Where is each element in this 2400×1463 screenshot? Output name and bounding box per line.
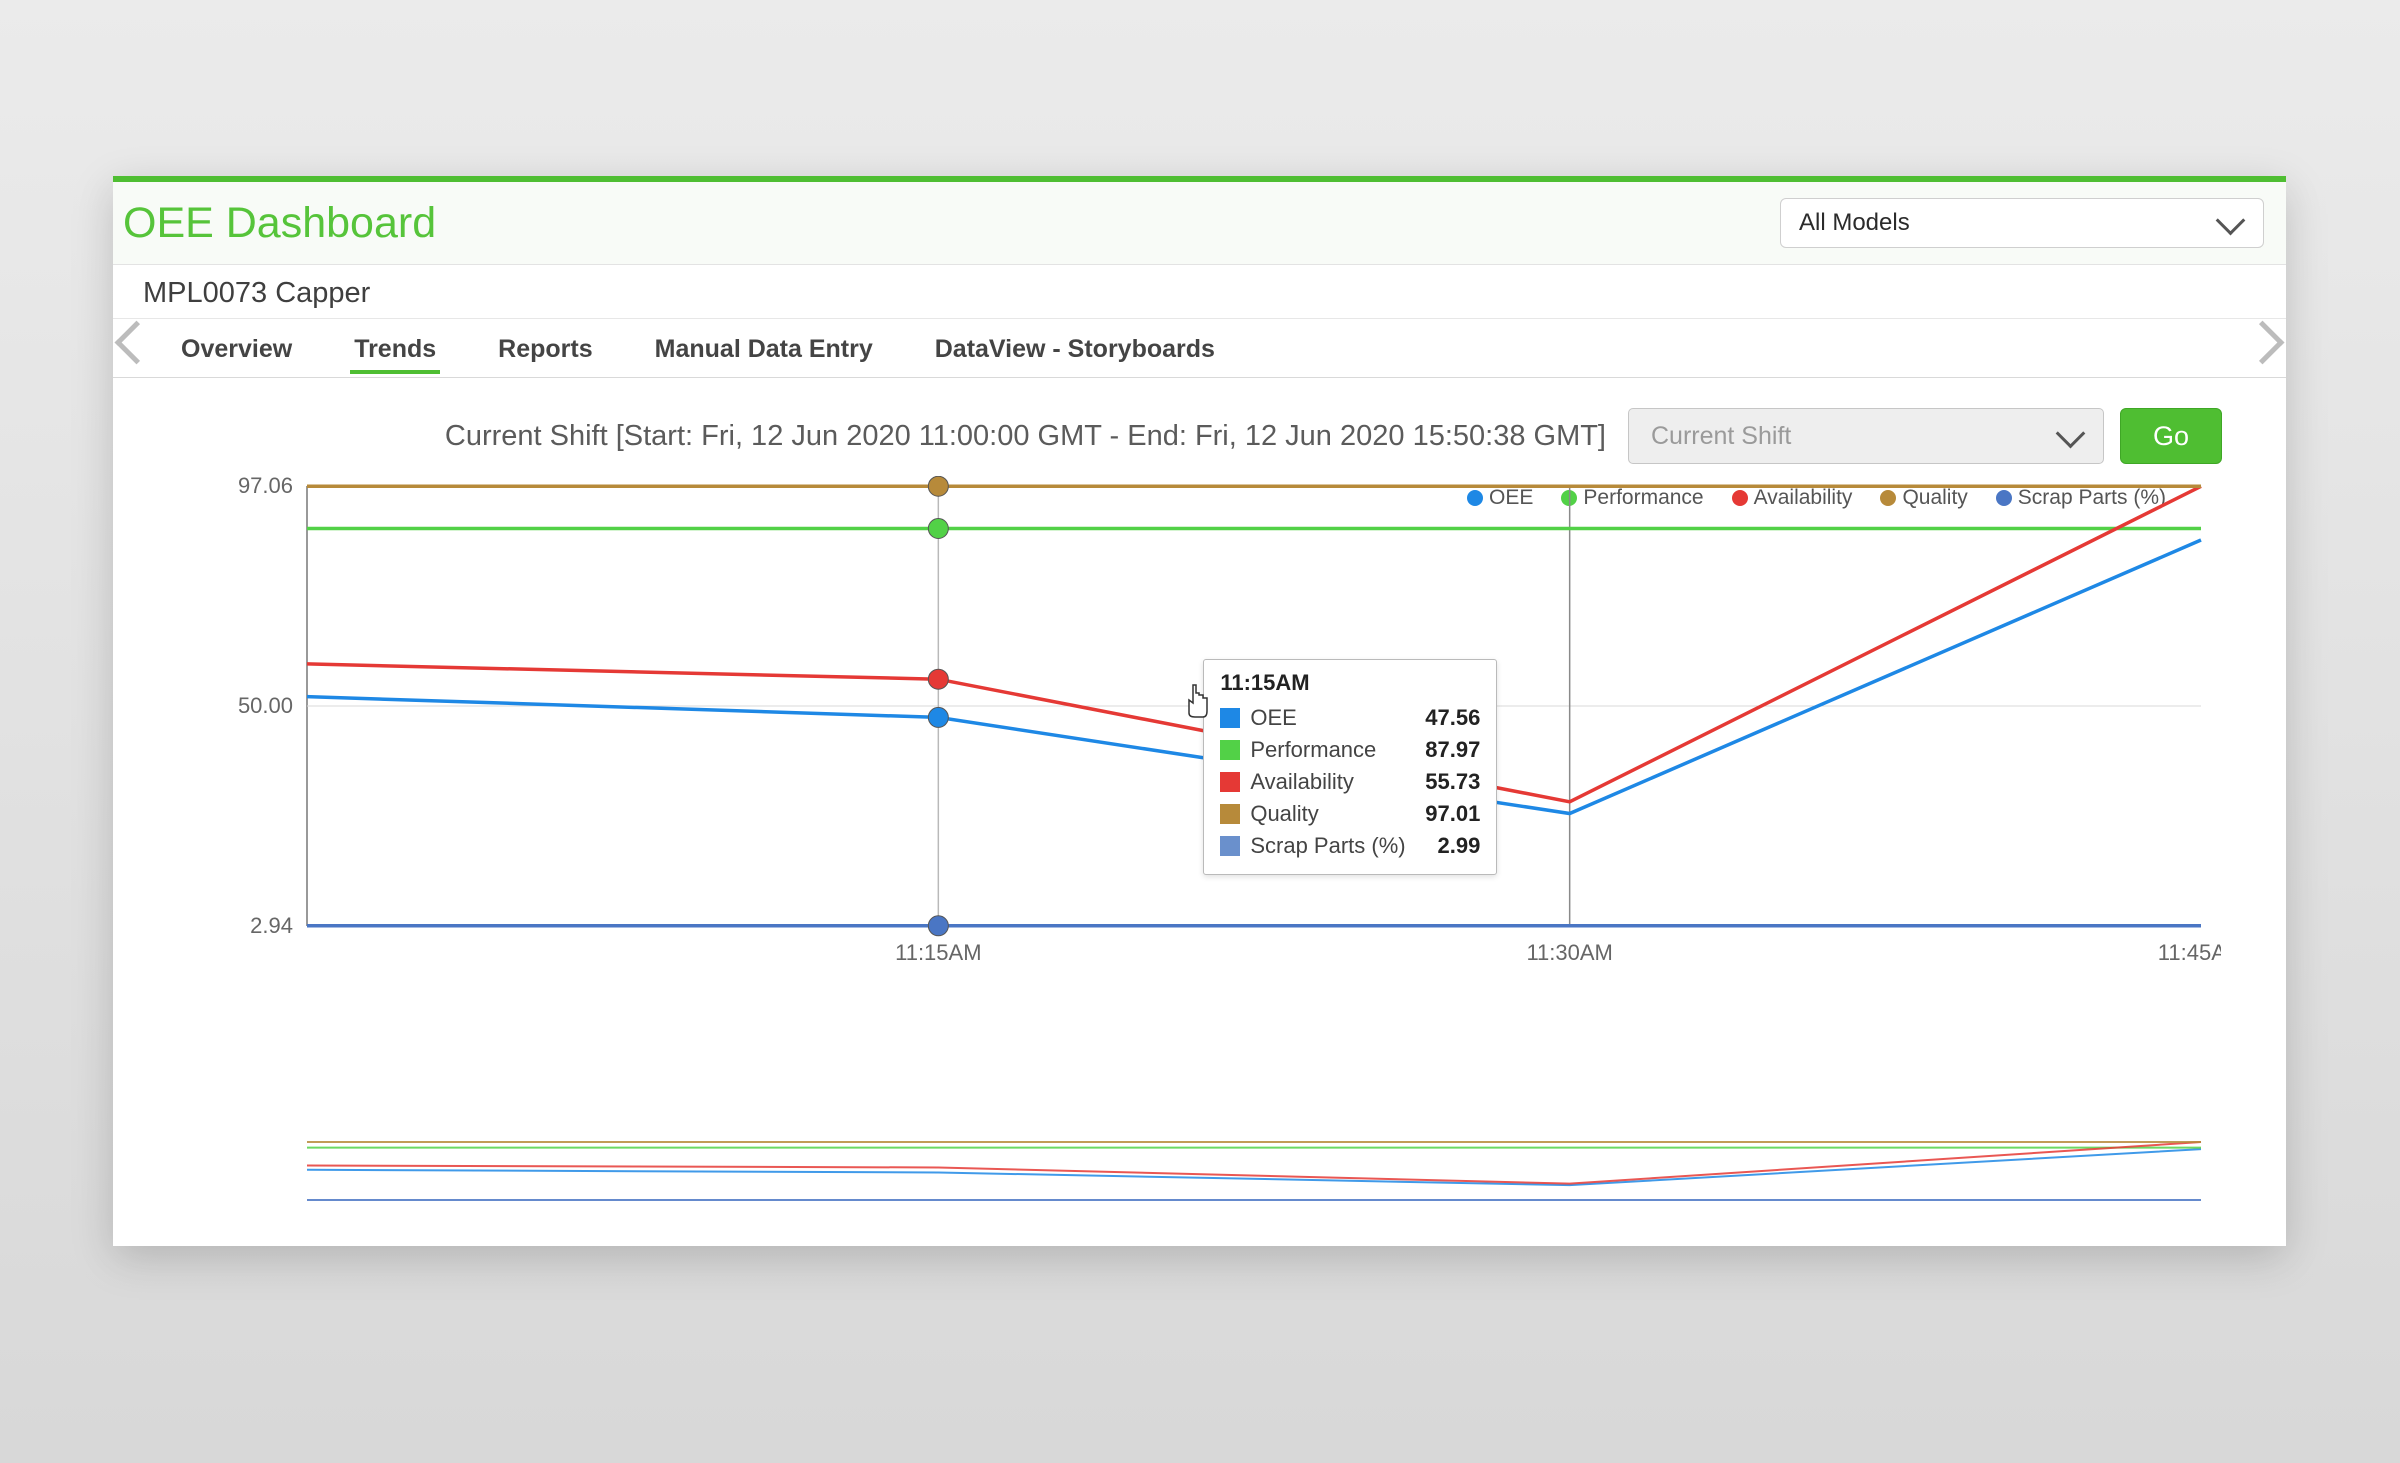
model-select-value: All Models: [1799, 209, 1910, 237]
tab-dataview-storyboards[interactable]: DataView - Storyboards: [931, 323, 1219, 374]
svg-text:2.94: 2.94: [250, 913, 293, 938]
machine-subheader: MPL0073 Capper: [113, 265, 2286, 319]
tab-scroll-left-icon[interactable]: [115, 321, 159, 365]
shift-row: Current Shift [Start: Fri, 12 Jun 2020 1…: [113, 378, 2286, 472]
header: OEE Dashboard All Models: [113, 182, 2286, 265]
tab-overview[interactable]: Overview: [177, 323, 296, 374]
trend-chart[interactable]: 97.06 50.00 2.94 11:15AM 11:30AM 11:45AM: [177, 476, 2221, 996]
tab-scroll-right-icon[interactable]: [2241, 321, 2285, 365]
svg-text:11:15AM: 11:15AM: [895, 940, 981, 965]
tab-manual-data-entry[interactable]: Manual Data Entry: [651, 323, 877, 374]
svg-text:11:45AM: 11:45AM: [2158, 940, 2221, 965]
chevron-down-icon: [2216, 205, 2246, 235]
chart-tooltip: 11:15AMOEE47.56Performance87.97Availabil…: [1203, 659, 1497, 875]
go-button[interactable]: Go: [2120, 408, 2222, 464]
svg-text:50.00: 50.00: [238, 693, 293, 718]
chart-overview-strip[interactable]: [177, 1136, 2221, 1206]
tab-reports[interactable]: Reports: [494, 323, 596, 374]
svg-text:97.06: 97.06: [238, 476, 293, 498]
tab-bar: Overview Trends Reports Manual Data Entry Da…: [113, 319, 2286, 378]
shift-select[interactable]: Current Shift: [1628, 408, 2104, 464]
model-select[interactable]: All Models: [1780, 198, 2264, 248]
shift-select-placeholder: Current Shift: [1651, 422, 1791, 451]
chevron-down-icon: [2056, 418, 2086, 448]
app-frame: OEE Dashboard All Models MPL0073 Capper …: [113, 176, 2286, 1246]
tab-trends[interactable]: Trends: [350, 323, 440, 374]
shift-label: Current Shift [Start: Fri, 12 Jun 2020 1…: [445, 420, 1606, 453]
svg-text:11:30AM: 11:30AM: [1526, 940, 1612, 965]
page-title: OEE Dashboard: [123, 199, 436, 248]
chart-container[interactable]: 97.06 50.00 2.94 11:15AM 11:30AM 11:45AM 11:1…: [177, 476, 2221, 1046]
